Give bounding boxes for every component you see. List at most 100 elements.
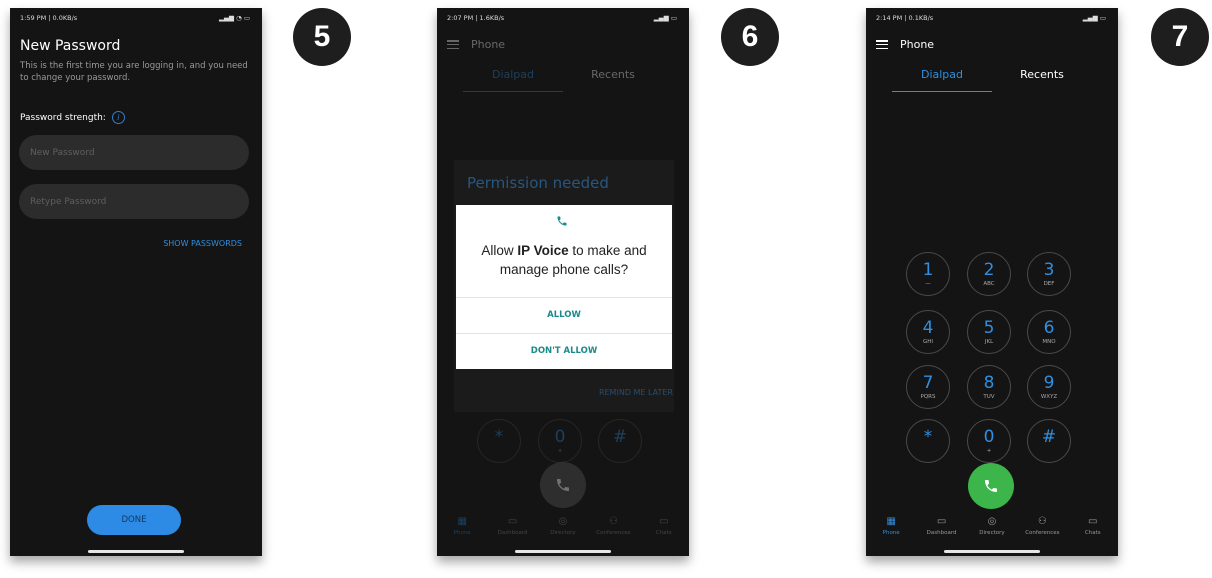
dialpad-key-digit: * <box>494 426 504 447</box>
menu-icon[interactable] <box>447 40 459 49</box>
dialpad-key-letters: MNO <box>1042 338 1056 345</box>
dialpad-key[interactable]: * <box>906 419 950 463</box>
new-password-field[interactable]: New Password <box>19 135 249 170</box>
tab-dialpad[interactable]: Dialpad <box>892 68 992 92</box>
dialpad-key-digit: 0 <box>983 426 995 447</box>
bottom-nav: ▦ Phone ▭ Dashboard ◎ Directory ⚇ Conferences ▭ C… <box>866 516 1118 546</box>
dialpad-key[interactable]: 6 MNO <box>1027 310 1071 354</box>
page-subtitle: This is the first time you are logging i… <box>20 61 248 83</box>
dialpad-key-letters: DEF <box>1043 280 1055 287</box>
nav-item-directory[interactable]: ◎ Directory <box>541 516 585 546</box>
dialpad-key-letters: TUV <box>983 393 995 400</box>
retype-password-field[interactable]: Retype Password <box>19 184 249 219</box>
remind-later-link[interactable]: REMIND ME LATER <box>599 388 673 397</box>
nav-item-label: Conferences <box>1025 530 1060 536</box>
done-button[interactable]: DONE <box>87 505 181 535</box>
dialpad-key[interactable]: # <box>598 419 642 463</box>
call-button[interactable] <box>968 463 1014 509</box>
dialpad-key[interactable]: 1— <box>906 252 950 296</box>
status-time: 2:14 PM | 0.1KB/s <box>876 14 934 22</box>
dashboard-icon: ▭ <box>507 515 518 527</box>
home-indicator[interactable] <box>944 550 1040 553</box>
dialpad-key[interactable]: 0 + <box>967 419 1011 463</box>
dialpad-key-digit: 0 <box>554 426 566 447</box>
page-title: New Password <box>20 38 121 54</box>
menu-icon[interactable] <box>876 40 888 49</box>
home-indicator[interactable] <box>515 550 611 553</box>
dialpad-key[interactable]: 0 + <box>538 419 582 463</box>
signal-battery-icon: ▂▄▆ ▭ <box>1082 14 1106 22</box>
nav-item-label: Chats <box>655 530 672 536</box>
nav-item-dashboard[interactable]: ▭ Dashboard <box>920 516 964 546</box>
dont-allow-button[interactable]: DON'T ALLOW <box>456 333 672 368</box>
dialog-message: Allow IP Voice to make and manage phone … <box>456 241 672 279</box>
permission-dialog: Allow IP Voice to make and manage phone … <box>456 205 672 369</box>
dialpad-key[interactable]: # <box>1027 419 1071 463</box>
dialpad-key[interactable]: 2 ABC <box>967 252 1011 296</box>
dialpad-screen: 2:14 PM | 0.1KB/s ▂▄▆ ▭ Phone Dialpad Re… <box>866 8 1118 556</box>
nav-item-phone[interactable]: ▦ Phone <box>869 516 913 546</box>
nav-item-phone[interactable]: ▦ Phone <box>440 516 484 546</box>
tab-bar: Dialpad Recents <box>463 68 663 92</box>
dialpad-key[interactable]: * <box>477 419 521 463</box>
dialpad-key-letters: + <box>986 447 992 454</box>
call-button[interactable] <box>540 462 586 508</box>
retype-password-placeholder: Retype Password <box>30 196 107 207</box>
permission-title: Permission needed <box>467 174 609 192</box>
dialog-message-prefix: Allow <box>481 243 518 258</box>
dialpad-key[interactable]: 4 GHI <box>906 310 950 354</box>
tab-recents[interactable]: Recents <box>563 68 663 92</box>
nav-item-chats[interactable]: ▭ Chats <box>642 516 686 546</box>
dialpad-key-digit: 3 <box>1043 259 1055 280</box>
dialpad-key-digit: 6 <box>1043 317 1055 338</box>
app-title: Phone <box>900 38 935 51</box>
home-indicator[interactable] <box>88 550 184 553</box>
app-header: Phone <box>447 38 505 51</box>
nav-item-label: Phone <box>453 530 471 536</box>
dialpad-key-digit: 1 <box>922 259 934 280</box>
signal-battery-icon: ▂▄▆ ◔ ▭ <box>219 14 250 22</box>
app-header: Phone <box>876 38 934 51</box>
phone-icon <box>556 215 568 230</box>
info-icon[interactable]: i <box>111 111 125 124</box>
nav-item-conferences[interactable]: ⚇ Conferences <box>591 516 635 546</box>
tab-recents[interactable]: Recents <box>992 68 1092 92</box>
directory-icon: ◎ <box>987 515 997 527</box>
dialpad-key-letters: + <box>557 447 563 454</box>
dialpad-key-digit: # <box>1041 426 1057 447</box>
status-time: 2:07 PM | 1.6KB/s <box>447 14 505 22</box>
dialpad-key-digit: 8 <box>983 372 995 393</box>
step-number-badge: 6 <box>721 8 779 66</box>
phone-icon <box>557 479 569 491</box>
conferences-icon: ⚇ <box>608 515 618 527</box>
nav-item-chats[interactable]: ▭ Chats <box>1071 516 1115 546</box>
dialpad-key-digit: 2 <box>983 259 995 280</box>
directory-icon: ◎ <box>558 515 568 527</box>
nav-item-directory[interactable]: ◎ Directory <box>970 516 1014 546</box>
signal-battery-icon: ▂▄▆ ▭ <box>653 14 677 22</box>
tab-bar: Dialpad Recents <box>892 68 1092 92</box>
allow-button[interactable]: ALLOW <box>456 297 672 332</box>
dialpad-key[interactable]: 3 DEF <box>1027 252 1071 296</box>
dialpad-key[interactable]: 9 WXYZ <box>1027 365 1071 409</box>
dialpad-key[interactable]: 8 TUV <box>967 365 1011 409</box>
tab-dialpad[interactable]: Dialpad <box>463 68 563 92</box>
status-bar: 1:59 PM | 0.0KB/s ▂▄▆ ◔ ▭ <box>20 14 250 26</box>
dialpad-key-digit: # <box>612 426 628 447</box>
show-passwords-link[interactable]: SHOW PASSWORDS <box>163 239 242 248</box>
password-strength-label: Password strength: <box>20 112 106 123</box>
dialpad-key-digit: * <box>923 426 933 447</box>
chats-icon: ▭ <box>659 515 669 527</box>
dialpad-key-letters: PQRS <box>920 393 936 400</box>
nav-item-conferences[interactable]: ⚇ Conferences <box>1020 516 1064 546</box>
dashboard-icon: ▭ <box>936 515 947 527</box>
status-bar: 2:14 PM | 0.1KB/s ▂▄▆ ▭ <box>876 14 1106 26</box>
nav-item-dashboard[interactable]: ▭ Dashboard <box>491 516 535 546</box>
dialpad-key[interactable]: 5 JKL <box>967 310 1011 354</box>
nav-item-label: Conferences <box>596 530 631 536</box>
status-bar: 2:07 PM | 1.6KB/s ▂▄▆ ▭ <box>447 14 677 26</box>
dialpad-key-letters: — <box>925 280 931 287</box>
status-time: 1:59 PM | 0.0KB/s <box>20 14 78 22</box>
dialpad-key[interactable]: 7 PQRS <box>906 365 950 409</box>
dialog-app-name: IP Voice <box>517 243 569 258</box>
